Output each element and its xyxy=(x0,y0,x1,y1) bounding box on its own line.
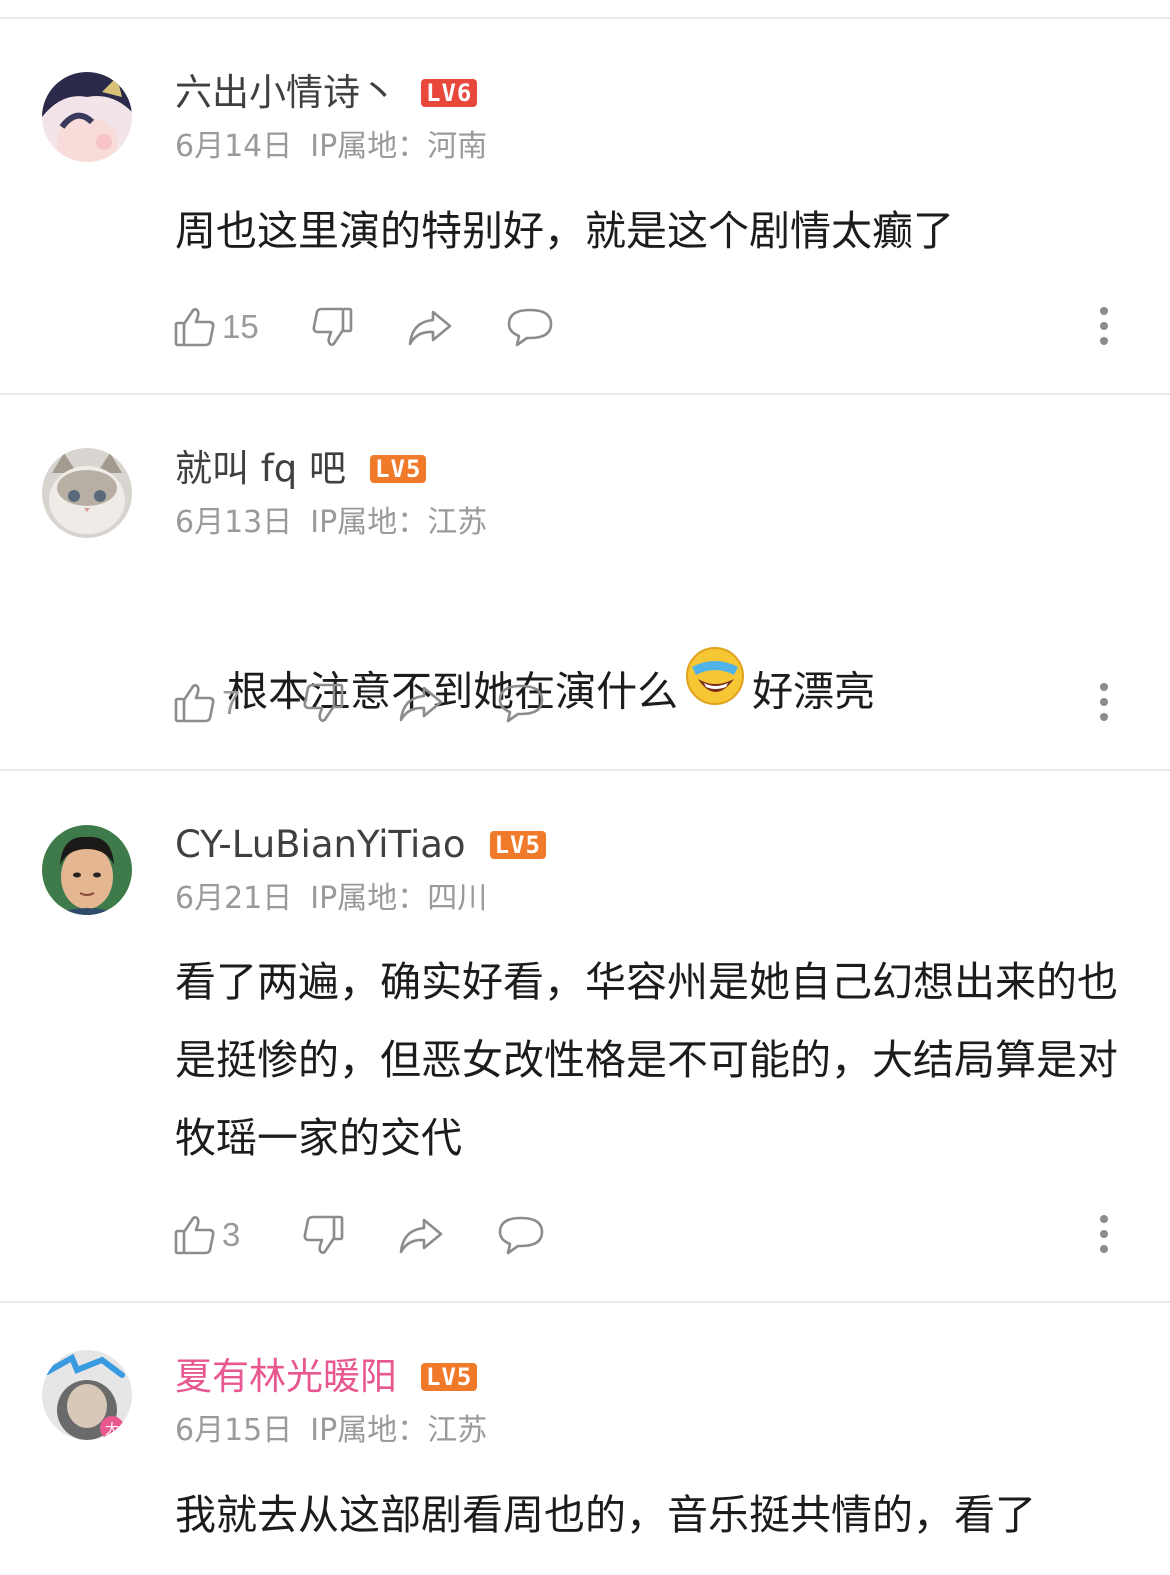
comment-text: 周也这里演的特别好，就是这个剧情太癫了 xyxy=(175,207,954,255)
thumbs-down-icon xyxy=(300,1212,346,1258)
username[interactable]: 就叫 fq 吧 LV5 xyxy=(175,447,427,491)
reply-button[interactable] xyxy=(496,1212,546,1258)
username-text[interactable]: CY-LuBianYiTiao xyxy=(175,823,466,867)
dislike-button[interactable] xyxy=(300,1212,346,1258)
more-vertical-icon[interactable] xyxy=(1094,681,1114,723)
comment-icon xyxy=(496,680,546,726)
reply-button[interactable] xyxy=(505,304,555,350)
username-text[interactable]: 六出小情诗丶 xyxy=(175,71,397,115)
like-button[interactable]: 15 xyxy=(172,304,259,350)
comment-meta: 6月15日 IP属地：江苏 xyxy=(175,1413,505,1449)
share-button[interactable] xyxy=(396,680,446,726)
avatar[interactable]: 大 xyxy=(42,1350,132,1440)
comment-divider xyxy=(0,769,1170,771)
comment-actions: 7 xyxy=(172,678,596,728)
comment-actions: 15 xyxy=(172,302,605,352)
like-count: 15 xyxy=(222,308,259,345)
top-divider xyxy=(0,17,1170,19)
level-badge: LV6 xyxy=(421,79,478,107)
reply-button[interactable] xyxy=(496,680,546,726)
avatar[interactable] xyxy=(42,72,132,162)
share-icon xyxy=(396,680,446,726)
ip-location: IP属地：四川 xyxy=(310,881,488,916)
comment-date: 6月15日 xyxy=(175,1413,293,1448)
dislike-button[interactable] xyxy=(309,304,355,350)
svg-text:大: 大 xyxy=(105,1422,119,1438)
comment-date: 6月13日 xyxy=(175,505,293,540)
more-vertical-icon[interactable] xyxy=(1094,1213,1114,1255)
comment-icon xyxy=(505,304,555,350)
username[interactable]: CY-LuBianYiTiao LV5 xyxy=(175,823,546,867)
share-icon xyxy=(405,304,455,350)
thumbs-up-icon xyxy=(172,304,218,350)
comment-divider xyxy=(0,393,1170,395)
dislike-button[interactable] xyxy=(300,680,346,726)
username[interactable]: 六出小情诗丶 LV6 xyxy=(175,71,478,115)
username-text[interactable]: 就叫 fq 吧 xyxy=(175,447,346,491)
comment-meta: 6月21日 IP属地：四川 xyxy=(175,881,505,917)
level-badge: LV5 xyxy=(489,831,546,859)
level-badge: LV5 xyxy=(421,1363,478,1391)
avatar[interactable] xyxy=(42,825,132,915)
comment-text: 我就去从这部剧看周也的，音乐挺共情的，看了 xyxy=(175,1491,1036,1539)
comment-date: 6月14日 xyxy=(175,129,293,164)
username[interactable]: 夏有林光暖阳 LV5 xyxy=(175,1355,478,1399)
like-button[interactable]: 3 xyxy=(172,1212,240,1258)
comment-actions: 3 xyxy=(172,1210,596,1260)
avatar[interactable] xyxy=(42,448,132,538)
comment-divider xyxy=(0,1301,1170,1303)
ip-location: IP属地：江苏 xyxy=(310,505,488,540)
comment-text: 看了两遍，确实好看，华容州是她自己幻想出来的也是挺惨的，但恶女改性格是不可能的，… xyxy=(175,958,1118,1162)
more-vertical-icon[interactable] xyxy=(1094,305,1114,347)
share-button[interactable] xyxy=(405,304,455,350)
ip-location: IP属地：江苏 xyxy=(310,1413,488,1448)
comment-date: 6月21日 xyxy=(175,881,293,916)
comment-icon xyxy=(496,1212,546,1258)
comment-text-part: 好漂亮 xyxy=(752,667,876,716)
thumbs-up-icon xyxy=(172,680,218,726)
like-count: 7 xyxy=(222,684,241,721)
like-count: 3 xyxy=(222,1216,241,1253)
ip-location: IP属地：河南 xyxy=(310,129,488,164)
comment-meta: 6月14日 IP属地：河南 xyxy=(175,129,505,165)
share-button[interactable] xyxy=(396,1212,446,1258)
laughing-crying-emoji-icon xyxy=(684,645,746,732)
username-text[interactable]: 夏有林光暖阳 xyxy=(175,1355,397,1399)
like-button[interactable]: 7 xyxy=(172,680,240,726)
thumbs-down-icon xyxy=(300,680,346,726)
thumbs-up-icon xyxy=(172,1212,218,1258)
share-icon xyxy=(396,1212,446,1258)
thumbs-down-icon xyxy=(309,304,355,350)
level-badge: LV5 xyxy=(370,455,427,483)
comment-meta: 6月13日 IP属地：江苏 xyxy=(175,505,505,541)
